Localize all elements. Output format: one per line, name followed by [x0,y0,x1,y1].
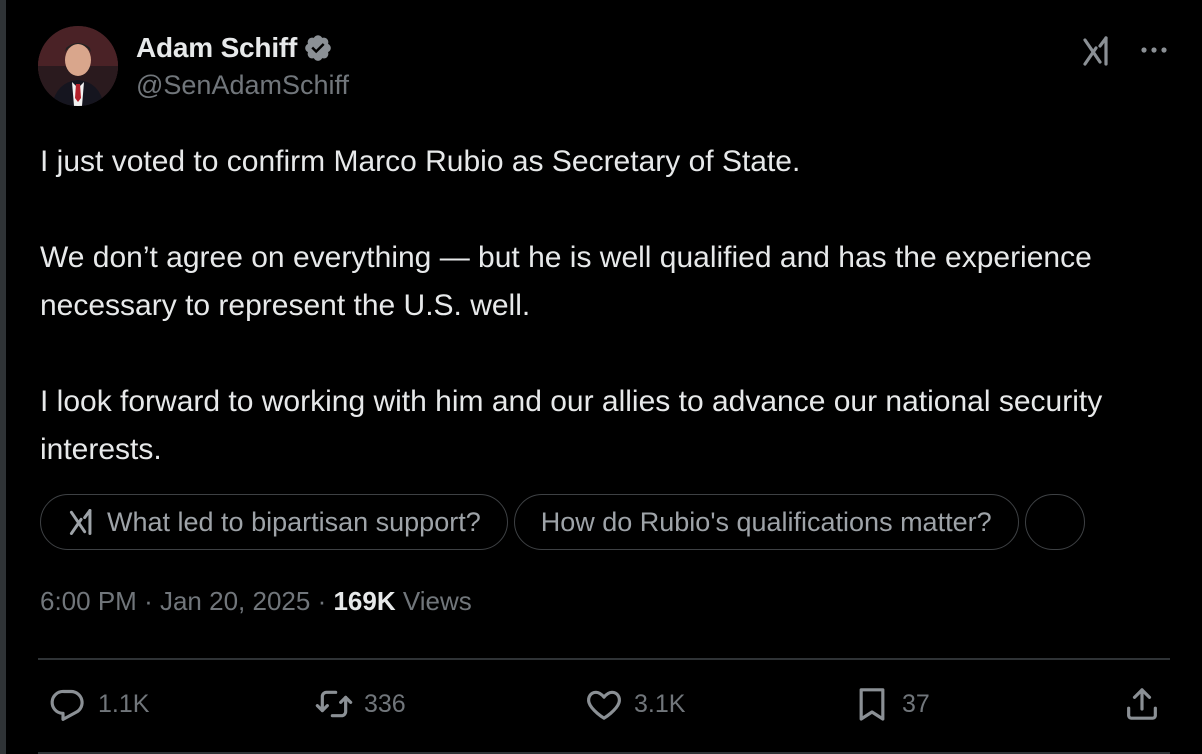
like-button[interactable]: 3.1K [584,684,685,724]
tweet-paragraph: I look forward to working with him and o… [40,385,1103,466]
repost-button[interactable]: 336 [314,684,406,724]
grok-prompt-chip[interactable]: How do Rubio's qualifications matter? [513,494,1019,550]
like-icon [587,690,621,720]
author-display-name[interactable]: Adam Schiff [136,32,297,64]
verified-badge-icon[interactable] [303,33,333,63]
tweet-date[interactable]: Jan 20, 2025 [160,586,310,616]
bookmark-count: 37 [902,689,930,718]
tweet-paragraph: I just voted to confirm Marco Rubio as S… [40,145,801,178]
meta-separator: · [144,586,153,616]
grok-icon [69,509,92,535]
grok-prompt-chip-overflow[interactable] [1024,494,1085,550]
reply-button[interactable]: 1.1K [48,684,149,724]
avatar[interactable] [38,26,118,106]
share-icon [1127,688,1157,720]
avatar-image [38,26,118,106]
tweet-meta: 6:00 PM · Jan 20, 2025 · 169K Views [40,586,472,617]
bookmark-icon [859,688,885,721]
more-icon [1141,47,1167,53]
more-options-button[interactable] [1136,32,1172,68]
meta-separator: · [317,586,327,616]
reply-count: 1.1K [98,689,150,718]
tweet-paragraph: We don’t agree on everything — but he is… [40,241,1092,322]
views-label: Views [402,586,472,616]
grok-icon[interactable] [1080,34,1114,68]
tweet-time[interactable]: 6:00 PM [40,586,137,616]
tweet-actions: 1.1K 336 3.1K 37 [48,684,1162,732]
reply-icon [50,689,84,721]
divider [38,658,1170,660]
repost-icon [315,690,353,718]
share-button[interactable] [1122,684,1162,724]
bookmark-button[interactable]: 37 [852,684,930,724]
like-count: 3.1K [634,689,686,718]
tweet-text: I just voted to confirm Marco Rubio as S… [40,138,1170,474]
grok-prompt-label: How do Rubio's qualifications matter? [540,506,992,537]
grok-prompt-chip[interactable]: What led to bipartisan support? [40,494,508,550]
views-count: 169K [333,586,396,616]
tweet-header: Adam Schiff @SenAdamSchiff [38,26,1174,110]
grok-prompt-chips: What led to bipartisan support? How do R… [40,494,1202,554]
grok-prompt-label: What led to bipartisan support? [107,506,481,537]
repost-count: 336 [364,689,406,718]
author-handle[interactable]: @SenAdamSchiff [136,70,349,101]
left-border [0,0,6,754]
